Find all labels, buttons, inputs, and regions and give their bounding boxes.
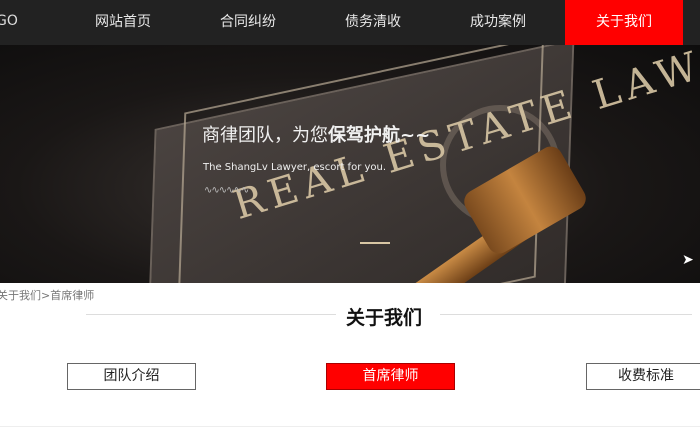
mouse-cursor-icon: ➤ <box>682 252 694 268</box>
tab-team-intro[interactable]: 团队介绍 <box>67 363 196 390</box>
nav-about-us[interactable]: 关于我们 <box>565 0 683 45</box>
logo[interactable]: GO <box>0 13 18 29</box>
banner-slogan-en: The ShangLv Lawyer, escort for you. <box>203 162 387 173</box>
nav-success-cases[interactable]: 成功案例 <box>438 0 558 45</box>
title-divider-right <box>440 314 692 315</box>
nav-contract-disputes[interactable]: 合同纠纷 <box>188 0 308 45</box>
nav-home[interactable]: 网站首页 <box>63 0 183 45</box>
dash-decoration <box>360 242 390 244</box>
section-title: 关于我们 <box>346 307 423 329</box>
tab-chief-lawyer[interactable]: 首席律师 <box>326 363 455 390</box>
breadcrumb[interactable]: 关于我们>首席律师 <box>0 287 94 303</box>
top-nav: GO 网站首页 合同纠纷 债务清收 成功案例 关于我们 <box>0 0 700 45</box>
banner-slogan: 商律团队，为您保驾护航~~ <box>202 125 431 146</box>
hero-banner: REAL ESTATE LAW 商律团队，为您保驾护航~~ The ShangL… <box>0 45 700 283</box>
title-divider-left <box>86 314 336 315</box>
nav-debt-collection[interactable]: 债务清收 <box>313 0 433 45</box>
tab-fee-standard[interactable]: 收费标准 <box>586 363 700 390</box>
wave-decoration: ∿∿∿∿∿∿ <box>204 185 249 196</box>
divider <box>0 426 700 427</box>
